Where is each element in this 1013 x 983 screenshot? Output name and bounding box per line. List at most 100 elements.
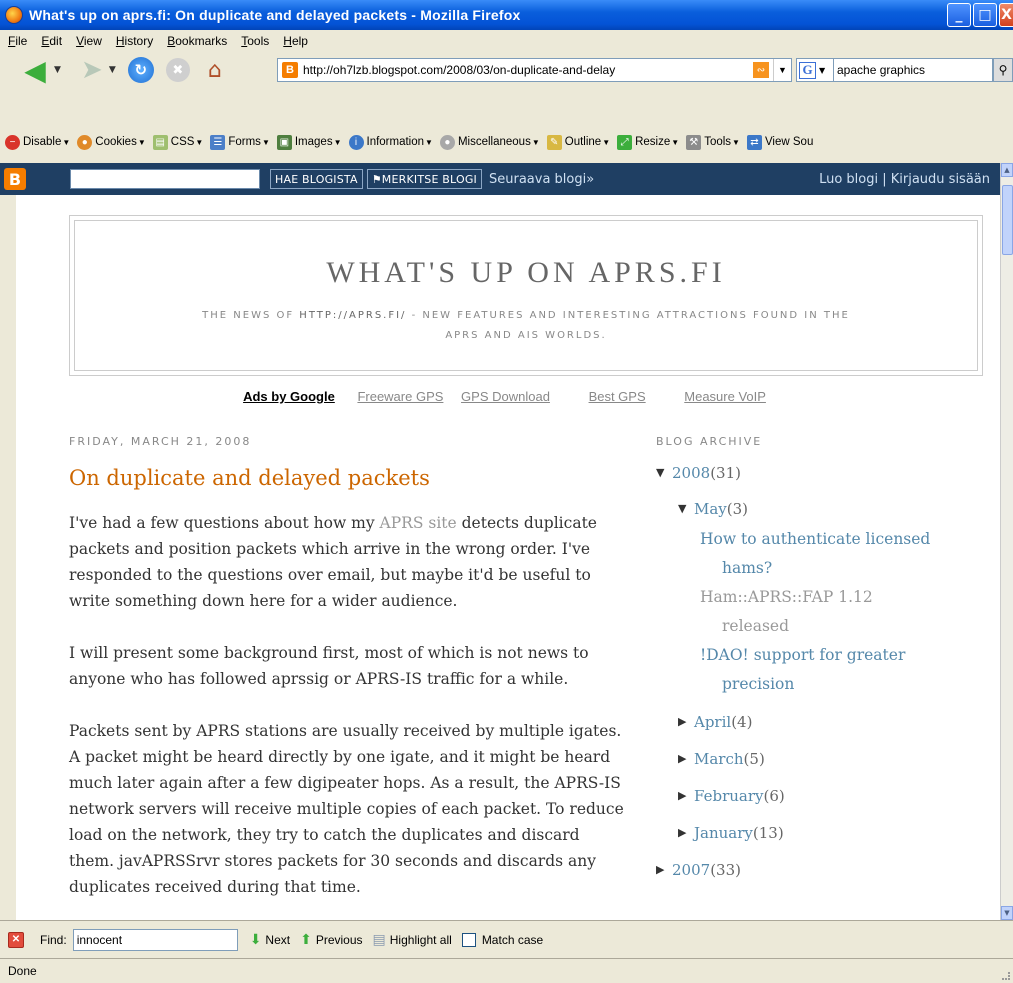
search-blog-button[interactable]: HAE BLOGISTA — [270, 169, 363, 189]
menu-tools[interactable]: Tools — [241, 34, 269, 48]
search-bar: G ▼ apache graphics ⚲ — [796, 58, 1013, 82]
match-case-label: Match case — [481, 932, 544, 947]
stop-icon[interactable]: ✖ — [165, 58, 190, 82]
menu-help[interactable]: Help — [283, 34, 308, 48]
minimize-button[interactable]: _ — [947, 3, 971, 27]
checkbox-box[interactable] — [461, 932, 476, 947]
menu-edit[interactable]: Edit — [41, 34, 62, 48]
search-icon[interactable]: ⚲ — [993, 58, 1013, 82]
url-dropdown-icon[interactable]: ▼ — [773, 59, 791, 81]
devbar-cookies[interactable]: ● Cookies ▼ — [77, 134, 146, 150]
blog-title[interactable]: WHAT'S UP ON APRS.FI — [75, 256, 977, 290]
collapsed-triangle-icon[interactable]: ▶ — [678, 785, 694, 807]
flag-blog-button[interactable]: ⚑MERKITSE BLOGI — [366, 169, 482, 189]
archive-month-link[interactable]: April — [694, 711, 731, 733]
devbar-forms[interactable]: ☰ Forms ▼ — [210, 134, 270, 150]
ad-link[interactable]: Best GPS — [589, 389, 646, 404]
expanded-triangle-icon[interactable]: ▼ — [678, 498, 694, 520]
scroll-up-icon[interactable]: ▲ — [1001, 163, 1013, 177]
archive-post-link[interactable]: Ham::APRS::FAP 1.12 released — [700, 583, 956, 641]
find-previous-button[interactable]: ⬆ Previous — [300, 931, 362, 948]
forward-history-dropdown-icon[interactable]: ▼ — [109, 65, 116, 75]
archive-post-title: released — [722, 617, 790, 635]
highlight-all-button[interactable]: ▤ Highlight all — [373, 931, 452, 948]
post-paragraph: I will present some background first, mo… — [69, 644, 589, 688]
post-title[interactable]: On duplicate and delayed packets — [69, 466, 629, 490]
archive-year-2007: ▶ 2007 (33) — [656, 859, 956, 881]
blog-header: WHAT'S UP ON APRS.FI THE NEWS OF HTTP://… — [69, 215, 983, 376]
devbar-miscellaneous[interactable]: ● Miscellaneous ▼ — [439, 134, 540, 150]
archive-month-link[interactable]: February — [694, 785, 764, 807]
archive-year-link[interactable]: 2008 — [672, 462, 710, 484]
expanded-triangle-icon[interactable]: ▼ — [656, 462, 672, 484]
devbar-outline[interactable]: ✎ Outline ▼ — [546, 134, 610, 150]
collapsed-triangle-icon[interactable]: ▶ — [678, 748, 694, 770]
devbar-view-source[interactable]: ⇄ View Sou — [746, 134, 813, 150]
scroll-down-icon[interactable]: ▼ — [1001, 906, 1013, 920]
forms-icon: ☰ — [210, 134, 226, 150]
images-icon: ▣ — [276, 134, 292, 150]
menu-file[interactable]: File — [8, 34, 27, 48]
archive-count: (5) — [743, 750, 765, 768]
resize-grip-icon[interactable] — [1002, 972, 1010, 980]
ads-by-google-link[interactable]: Ads by Google — [243, 389, 335, 404]
ad-link[interactable]: Measure VoIP — [684, 389, 766, 404]
find-next-button[interactable]: ⬇ Next — [250, 931, 290, 948]
aprs-fi-link[interactable]: HTTP://APRS.FI/ — [299, 310, 406, 321]
close-find-icon[interactable]: ✕ — [8, 931, 24, 948]
ad-link[interactable]: GPS Download — [461, 389, 550, 404]
ad-link[interactable]: Freeware GPS — [357, 389, 443, 404]
devbar-tools[interactable]: ⚒ Tools ▼ — [686, 134, 740, 150]
devbar-disable[interactable]: − Disable ▼ — [5, 134, 70, 150]
window-titlebar[interactable]: What's up on aprs.fi: On duplicate and d… — [0, 0, 1013, 30]
devbar-css[interactable]: ▤ CSS ▼ — [152, 134, 203, 150]
home-icon[interactable]: ⌂ — [202, 57, 228, 83]
archive-post-link[interactable]: !DAO! support for greater precision — [700, 641, 956, 699]
next-blog-link[interactable]: Seuraava blogi» — [489, 172, 594, 187]
blog-description-post: - NEW FEATURES AND INTERESTING ATTRACTIO… — [406, 310, 850, 341]
close-button[interactable]: X — [999, 3, 1013, 27]
maximize-button[interactable]: □ — [973, 3, 997, 27]
match-case-checkbox[interactable]: Match case — [461, 932, 544, 947]
archive-post-link[interactable]: How to authenticate licensed hams? — [700, 525, 956, 583]
archive-month-link[interactable]: March — [694, 748, 744, 770]
back-arrow-icon[interactable]: ◀ — [20, 54, 50, 87]
rss-feed-icon[interactable]: ∾ — [753, 62, 769, 78]
archive-year-2008: ▼ 2008 (31) — [656, 462, 956, 484]
archive-year-link[interactable]: 2007 — [672, 859, 710, 881]
web-developer-toolbar: − Disable ▼ ● Cookies ▼ ▤ CSS ▼ ☰ Forms ▼ ▣ Image… — [0, 130, 1013, 154]
address-bar[interactable]: B http://oh7lzb.blogspot.com/2008/03/on-… — [277, 58, 792, 82]
down-arrow-icon: ⬇ — [249, 931, 262, 947]
blog-description: THE NEWS OF HTTP://APRS.FI/ - NEW FEATUR… — [186, 306, 866, 346]
forward-arrow-icon[interactable]: ➤ — [79, 55, 105, 85]
firefox-logo-icon — [5, 6, 23, 24]
sidebar: BLOG ARCHIVE ▼ 2008 (31) ▼ May (3) How t… — [656, 435, 956, 881]
archive-month-link[interactable]: May — [694, 498, 727, 520]
blog-search-input[interactable] — [70, 169, 260, 189]
archive-month-link[interactable]: January — [694, 822, 753, 844]
menu-history[interactable]: History — [116, 34, 153, 48]
reload-icon[interactable]: ↻ — [127, 57, 154, 83]
collapsed-triangle-icon[interactable]: ▶ — [656, 859, 672, 881]
blogger-logo-icon[interactable]: B — [4, 168, 26, 190]
collapsed-triangle-icon[interactable]: ▶ — [678, 822, 694, 844]
devbar-images[interactable]: ▣ Images ▼ — [276, 134, 342, 150]
resize-icon: ⤢ — [617, 134, 633, 150]
status-bar: Done — [0, 958, 1013, 983]
vertical-scrollbar[interactable]: ▲ ▼ — [1000, 163, 1013, 920]
devbar-resize[interactable]: ⤢ Resize ▼ — [617, 134, 679, 150]
window-controls: _ □ X — [947, 3, 1013, 27]
devbar-information[interactable]: i Information ▼ — [348, 134, 433, 150]
aprs-site-link[interactable]: APRS site — [380, 514, 457, 532]
search-engine-selector[interactable]: G ▼ — [796, 58, 834, 82]
menu-view[interactable]: View — [76, 34, 102, 48]
create-signin-links[interactable]: Luo blogi | Kirjaudu sisään — [819, 172, 990, 187]
back-history-dropdown-icon[interactable]: ▼ — [54, 65, 61, 75]
search-input[interactable]: apache graphics — [834, 58, 993, 82]
collapsed-triangle-icon[interactable]: ▶ — [678, 711, 694, 733]
scrollbar-thumb[interactable] — [1002, 185, 1013, 255]
url-text[interactable]: http://oh7lzb.blogspot.com/2008/03/on-du… — [303, 63, 753, 77]
post-date: FRIDAY, MARCH 21, 2008 — [69, 435, 252, 448]
find-input[interactable]: innocent — [72, 928, 238, 951]
menu-bookmarks[interactable]: Bookmarks — [167, 34, 227, 48]
